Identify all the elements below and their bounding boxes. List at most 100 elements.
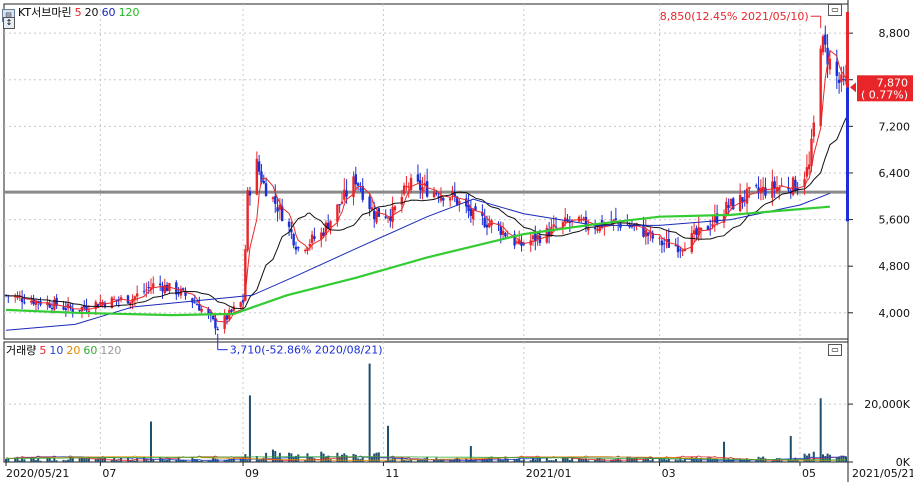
volume-bar xyxy=(755,460,758,462)
candle-body xyxy=(644,229,647,237)
candle-body xyxy=(262,180,265,184)
candle-body xyxy=(313,236,316,239)
candle-body xyxy=(552,224,555,227)
volume-bar xyxy=(587,460,590,462)
candle-body xyxy=(771,181,774,198)
corner-settings-button[interactable]: ↕ xyxy=(3,17,15,29)
volume-bar xyxy=(792,460,795,462)
candle-body xyxy=(239,302,242,307)
x-tick-label: 07 xyxy=(102,467,116,480)
candle-body xyxy=(303,250,307,252)
volume-bar xyxy=(674,459,677,462)
candle-body xyxy=(690,233,694,253)
volume-bar xyxy=(147,460,150,462)
candle-body xyxy=(400,197,404,205)
volume-bar xyxy=(803,453,806,462)
volume-bar xyxy=(159,457,162,462)
candle-body xyxy=(345,190,348,197)
legend-volume-title: 거래량 xyxy=(6,344,37,357)
volume-bar xyxy=(651,458,654,462)
current-price-marker xyxy=(850,82,856,93)
price-panel-collapse-button[interactable]: ▭ xyxy=(828,4,842,16)
volume-bar xyxy=(368,363,371,462)
candle-body xyxy=(681,250,684,252)
volume-bar xyxy=(568,459,571,462)
volume-bar xyxy=(677,460,679,462)
candle-body xyxy=(835,61,838,76)
volume-bar xyxy=(34,460,37,462)
candle-body xyxy=(294,246,298,250)
candle-body xyxy=(425,181,429,197)
volume-bar xyxy=(667,458,670,462)
volume-bar xyxy=(341,454,343,462)
candle-body xyxy=(393,206,397,211)
candle-body xyxy=(745,188,749,204)
volume-bar xyxy=(771,460,774,462)
price-tick-label: 4,800 xyxy=(879,260,911,273)
volume-legend: 거래량 5 10 20 60 120 xyxy=(6,344,124,358)
volume-bar xyxy=(522,459,525,462)
candle-body xyxy=(354,174,358,185)
candle-body xyxy=(748,187,751,189)
candle-body xyxy=(230,309,233,312)
candle-body xyxy=(674,245,677,247)
candle-body xyxy=(727,205,730,208)
candle-body xyxy=(695,228,698,236)
volume-bar xyxy=(168,458,171,462)
legend-vol-ma5: 5 xyxy=(39,344,47,357)
candle-body xyxy=(389,217,392,221)
candle-body xyxy=(216,329,219,331)
volume-bar xyxy=(697,460,700,462)
candle-body xyxy=(842,79,845,81)
candle-body xyxy=(246,190,249,251)
volume-bar xyxy=(665,459,668,462)
candle-body xyxy=(501,230,505,235)
volume-bar xyxy=(582,459,585,462)
volume-bar xyxy=(258,459,261,462)
volume-bar xyxy=(352,453,355,462)
volume-bar xyxy=(78,458,81,462)
legend-vol-ma120: 120 xyxy=(100,344,122,357)
volume-bar xyxy=(110,460,113,462)
volume-bar xyxy=(23,459,26,462)
volume-bar xyxy=(278,452,281,462)
volume-bar xyxy=(405,460,408,462)
candle-body xyxy=(432,191,436,198)
candle-body xyxy=(145,289,148,291)
candle-body xyxy=(485,224,489,228)
candle-body xyxy=(821,36,825,53)
volume-bar xyxy=(649,460,652,462)
candle-body xyxy=(828,58,832,70)
current-change-label: ( 0.77%) xyxy=(861,88,908,101)
candle-body xyxy=(310,234,314,243)
candle-body xyxy=(368,196,371,209)
high-annotation-label: 8,850(12.45% 2021/05/10) xyxy=(660,10,809,23)
volume-bar xyxy=(198,460,201,462)
volume-bar xyxy=(207,460,210,462)
candle-body xyxy=(191,298,194,303)
candle-body xyxy=(554,226,558,228)
volume-bar xyxy=(739,459,742,462)
candle-body xyxy=(504,233,507,237)
candle-body xyxy=(642,224,645,237)
candle-body xyxy=(384,216,387,218)
candle-body xyxy=(725,201,728,216)
volume-bar xyxy=(529,460,532,462)
candle-body xyxy=(274,196,277,204)
candle-body xyxy=(297,247,300,249)
candle-body xyxy=(147,286,150,288)
candle-body xyxy=(442,197,445,201)
price-tick-label: 4,000 xyxy=(879,307,911,320)
candle-body xyxy=(152,283,155,288)
candle-body xyxy=(292,233,295,246)
candle-body xyxy=(405,185,408,187)
volume-panel-collapse-button[interactable]: ▭ xyxy=(828,344,842,356)
volume-bar xyxy=(361,457,364,462)
volume-bar xyxy=(552,460,555,462)
volume-bar xyxy=(62,459,65,462)
volume-bar xyxy=(601,460,604,462)
candle-body xyxy=(824,34,827,45)
legend-ma5: 5 xyxy=(74,6,82,19)
price-tick-label: 6,400 xyxy=(879,167,911,180)
legend-title: KT서브마린 xyxy=(18,6,72,19)
